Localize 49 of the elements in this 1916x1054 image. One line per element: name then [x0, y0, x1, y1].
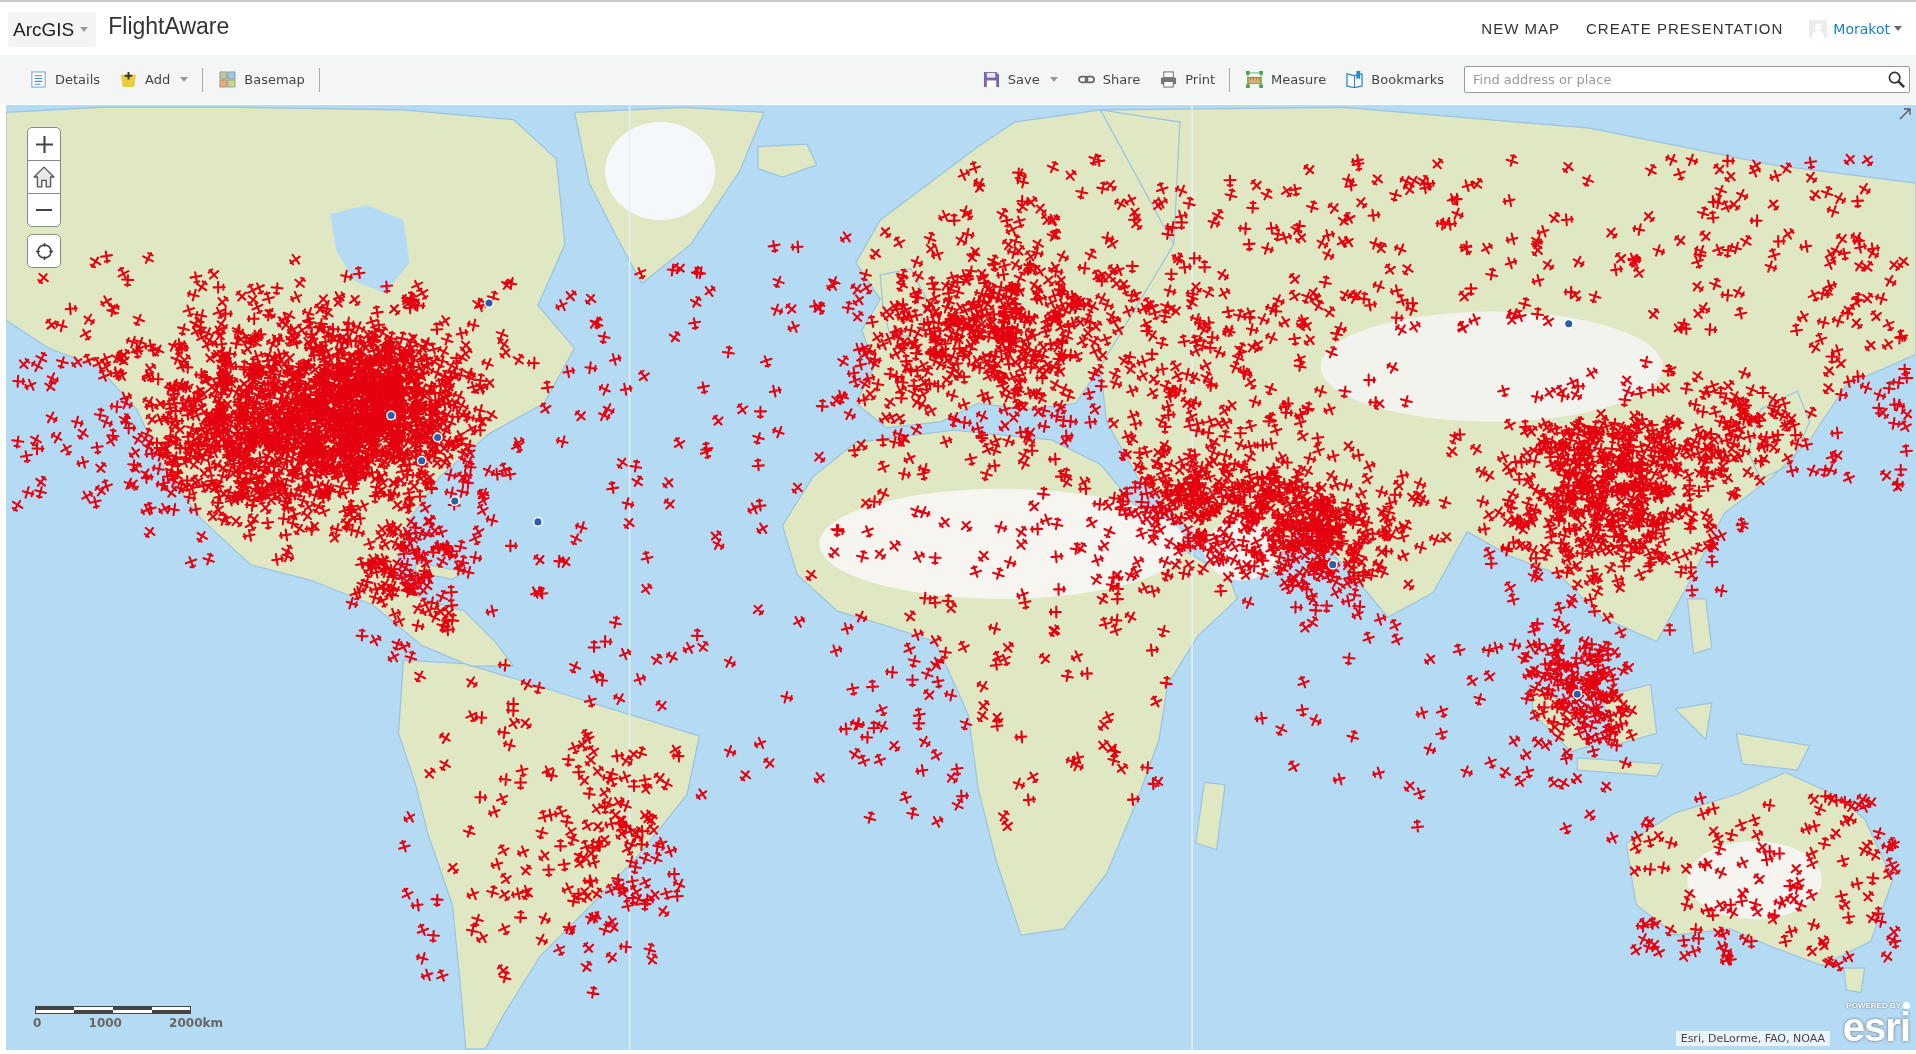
- location-dot-icon: [386, 410, 397, 421]
- location-dot-icon: [416, 455, 427, 466]
- search-icon[interactable]: [1888, 71, 1905, 88]
- add-icon: [120, 71, 138, 88]
- map-attribution: Esri, DeLorme, FAO, NOAA: [1675, 1031, 1830, 1046]
- save-button[interactable]: Save: [974, 67, 1066, 92]
- scale-label: 2000km: [169, 1016, 223, 1030]
- save-icon: [982, 71, 1000, 88]
- measure-button[interactable]: Measure: [1238, 67, 1335, 92]
- logo-dot-icon: [1903, 1002, 1910, 1009]
- grid-tiles-icon: [219, 71, 237, 88]
- minus-icon: [36, 209, 52, 211]
- location-dot-icon: [1563, 318, 1574, 329]
- app-menu-button[interactable]: ArcGIS: [8, 12, 97, 47]
- scale-label: 0: [33, 1016, 42, 1030]
- home-icon: [33, 166, 55, 188]
- share-button[interactable]: Share: [1069, 67, 1149, 92]
- list-document-icon: [30, 71, 47, 88]
- nav-link[interactable]: NEW MAP: [1481, 20, 1560, 37]
- basemap-button[interactable]: Basemap: [211, 67, 313, 92]
- bookmarks-button[interactable]: Bookmarks: [1338, 67, 1452, 92]
- logo-caption: POWERED BY: [1846, 1001, 1901, 1010]
- caret-icon: [80, 27, 89, 32]
- search-field[interactable]: Find address or place: [1464, 66, 1910, 93]
- map-title: FlightAware: [108, 13, 230, 40]
- home-button[interactable]: [27, 160, 61, 194]
- zoom-in-button[interactable]: [27, 127, 61, 161]
- location-dot-icon: [449, 496, 460, 507]
- crosshair-icon: [35, 242, 53, 260]
- user-menu-button[interactable]: Morakot: [1827, 20, 1902, 37]
- caret-icon: [1894, 26, 1902, 31]
- ruler-icon: [1246, 71, 1264, 88]
- expand-icon[interactable]: [1899, 108, 1911, 120]
- book-icon: [1346, 71, 1364, 88]
- print-button[interactable]: Print: [1152, 67, 1224, 92]
- printer-icon: [1160, 71, 1178, 88]
- location-dot-icon: [1572, 689, 1583, 700]
- nav-link[interactable]: CREATE PRESENTATION: [1586, 20, 1784, 37]
- locate-button[interactable]: [27, 234, 61, 268]
- add-button[interactable]: Add: [112, 67, 197, 92]
- location-dot-icon: [1327, 559, 1338, 570]
- logo-wordmark: esri: [1842, 1010, 1910, 1044]
- zoom-out-button[interactable]: [27, 193, 61, 227]
- location-dot-icon: [532, 516, 543, 527]
- plus-icon: [35, 135, 53, 153]
- location-dot-icon: [432, 432, 443, 443]
- details-button[interactable]: Details: [22, 67, 109, 92]
- scale-label: 1000: [88, 1016, 122, 1030]
- location-dot-icon: [484, 298, 494, 309]
